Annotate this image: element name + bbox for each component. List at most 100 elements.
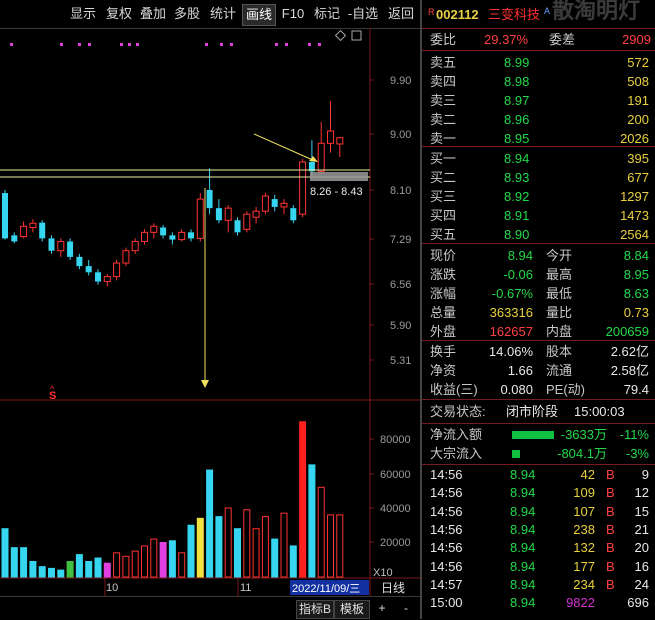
- kline-chart-svg[interactable]: 9.90 9.00 8.10 7.29 6.56 5.90 5.31 80000 60000 4…: [0, 28, 420, 596]
- tick-count: 9: [641, 467, 649, 482]
- bid-volume: 1297: [620, 189, 649, 204]
- ask-label: 卖二: [430, 112, 457, 127]
- ask-row: 卖三 8.97 191: [422, 92, 655, 110]
- template-button[interactable]: 模板: [334, 600, 370, 619]
- flow-label: 净流入额: [430, 427, 483, 442]
- toolbar-remove-watchlist-button[interactable]: -自选: [344, 4, 382, 24]
- zoom-in-button[interactable]: +: [372, 600, 392, 617]
- candle-body: [141, 231, 148, 242]
- tick-side: B: [606, 503, 615, 519]
- tick-time: 14:56: [430, 485, 463, 501]
- volume-bar: [75, 554, 83, 578]
- volume-bar: [10, 547, 18, 578]
- arrow-down-head: [201, 380, 209, 388]
- order-ratio-row: 委比 29.37% 委差 2909: [422, 31, 655, 49]
- quote-label: 内盘: [546, 324, 573, 339]
- toolbar-mark-button[interactable]: 标记: [310, 4, 344, 24]
- ask-volume: 2026: [620, 131, 649, 146]
- ask-volume: 572: [627, 55, 649, 70]
- signal-dot: [78, 43, 81, 46]
- volume-bar: [187, 524, 195, 578]
- volume-bar: [94, 557, 102, 578]
- volume-bar: [336, 514, 344, 578]
- chart-square-icon[interactable]: [351, 30, 362, 41]
- tick-row: 14:56 8.94 107 B 15: [422, 503, 655, 521]
- candle-body: [2, 193, 8, 239]
- volume-bar: [150, 538, 158, 578]
- zoom-out-button[interactable]: -: [396, 600, 416, 617]
- volume-tick-label: 40000: [380, 503, 411, 515]
- volume-bar: [122, 555, 130, 578]
- fundamental-label: 净资: [430, 363, 457, 378]
- volume-tick-label: 60000: [380, 469, 411, 481]
- bid-row: 买一 8.94 395: [422, 150, 655, 168]
- quote-panel: R 002112 三变科技 A 散淘明灯 委比 29.37% 委差 2909 交…: [420, 0, 655, 619]
- bid-volume: 677: [627, 170, 649, 185]
- chart-diamond-icon[interactable]: [334, 29, 347, 42]
- ask-price: 8.99: [504, 55, 530, 70]
- quote-row: 总量 363316 量比 0.73: [422, 304, 655, 322]
- tick-row: 14:56 8.94 177 B 16: [422, 558, 655, 576]
- flow-bar: [512, 431, 554, 439]
- volume-bar: [113, 552, 121, 578]
- quote-value: 363316: [489, 305, 533, 320]
- quote-value: 0.73: [623, 305, 649, 320]
- tick-side: B: [606, 576, 615, 592]
- ask-price: 8.97: [504, 93, 530, 108]
- quote-value: 162657: [489, 324, 533, 339]
- fundamental-row: 净资 1.66 流通 2.58亿: [422, 362, 655, 380]
- price-tick-label: 9.90: [390, 75, 411, 87]
- volume-bar: [234, 528, 241, 578]
- ask-label: 卖四: [430, 74, 457, 89]
- candle-body: [206, 190, 213, 209]
- fundamental-value: 14.06%: [488, 344, 533, 359]
- volume-bar: [280, 512, 288, 578]
- quote-value: -0.06: [503, 267, 533, 282]
- period-label[interactable]: 日线: [381, 581, 405, 595]
- tick-time: 14:57: [430, 576, 463, 592]
- tick-row: 15:00 8.94 9822 696: [422, 594, 655, 612]
- volume-bar: [20, 547, 28, 578]
- volume-bar: [243, 509, 251, 578]
- signal-dot: [10, 43, 13, 46]
- kline-chart-area[interactable]: 9.90 9.00 8.10 7.29 6.56 5.90 5.31 80000 60000 4…: [0, 28, 420, 596]
- stock-name[interactable]: 三变科技: [488, 6, 540, 24]
- toolbar-f10-button[interactable]: F10: [278, 4, 308, 24]
- toolbar-overlay-button[interactable]: 叠加: [136, 4, 170, 24]
- tick-count: 20: [634, 540, 649, 556]
- ask-volume: 508: [627, 74, 649, 89]
- tick-count: 696: [627, 595, 649, 611]
- bid-label: 买四: [430, 208, 457, 223]
- order-ratio-label: 委比: [430, 32, 457, 47]
- ask-label: 卖一: [430, 131, 457, 146]
- candle-body: [103, 276, 111, 283]
- bid-row: 买五 8.90 2564: [422, 226, 655, 244]
- volume-bar: [289, 545, 297, 578]
- candle-body: [57, 240, 65, 252]
- volume-bar: [66, 560, 74, 578]
- quote-value: 200659: [605, 324, 649, 339]
- bid-volume: 1473: [620, 208, 649, 223]
- toolbar-multi-stock-button[interactable]: 多股: [170, 4, 204, 24]
- trade-status-time: 15:00:03: [574, 404, 625, 419]
- tick-volume: 9822: [566, 595, 595, 611]
- quote-label: 今开: [546, 248, 573, 263]
- toolbar-draw-line-button[interactable]: 画线: [242, 4, 276, 26]
- volume-bar: [38, 566, 46, 578]
- ask-row: 卖四 8.98 508: [422, 73, 655, 91]
- bid-label: 买二: [430, 170, 457, 185]
- toolbar-display-button[interactable]: 显示: [64, 4, 102, 24]
- arrow-upper-line[interactable]: [253, 133, 316, 162]
- tick-price: 8.94: [510, 576, 536, 592]
- toolbar-adjust-button[interactable]: 复权: [102, 4, 136, 24]
- volume-bar: [196, 517, 204, 578]
- ask-volume: 200: [627, 112, 649, 127]
- quote-label: 现价: [430, 248, 457, 263]
- money-flow-row: 大宗流入 -804.1万 -3%: [422, 445, 655, 463]
- candle-body: [113, 262, 121, 278]
- toolbar-stats-button[interactable]: 统计: [204, 4, 242, 24]
- toolbar-back-button[interactable]: 返回: [384, 4, 418, 24]
- candle-body: [188, 232, 194, 239]
- indicator-b-button[interactable]: 指标B: [296, 600, 334, 619]
- candles-group: [2, 101, 344, 287]
